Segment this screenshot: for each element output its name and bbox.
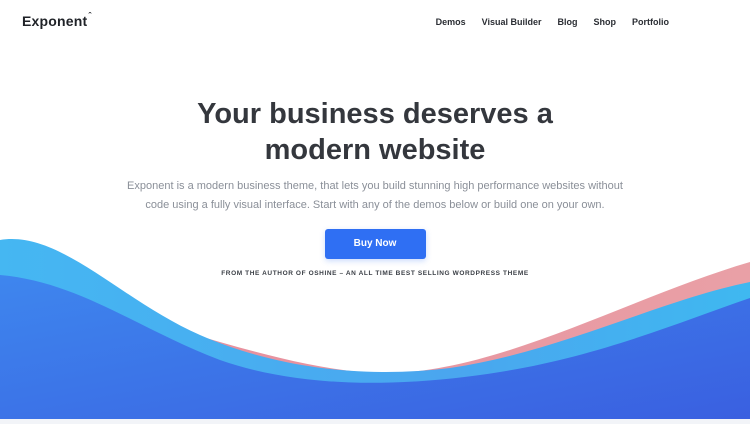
- nav-portfolio[interactable]: Portfolio: [632, 17, 669, 27]
- hero-title: Your business deserves a modern website: [197, 98, 553, 166]
- page: Exponent ˆ Demos Visual Builder Blog Sho…: [0, 0, 750, 424]
- main-nav: Demos Visual Builder Blog Shop Portfolio: [436, 17, 669, 27]
- nav-shop[interactable]: Shop: [594, 17, 617, 27]
- hero-section: Your business deserves a modern website …: [0, 96, 750, 277]
- site-header: Exponent ˆ Demos Visual Builder Blog Sho…: [0, 0, 750, 46]
- logo-mark-icon: ˆ: [88, 11, 92, 21]
- buy-now-button[interactable]: Buy Now: [324, 229, 426, 259]
- nav-visual-builder[interactable]: Visual Builder: [482, 17, 542, 27]
- hero-tagline: FROM THE AUTHOR OF OSHINE – AN ALL TIME …: [221, 270, 529, 277]
- nav-blog[interactable]: Blog: [558, 17, 578, 27]
- logo-text: Exponent: [22, 13, 88, 29]
- hero-description: Exponent is a modern business theme, tha…: [127, 180, 623, 211]
- logo[interactable]: Exponent ˆ: [22, 11, 92, 29]
- nav-demos[interactable]: Demos: [436, 17, 466, 27]
